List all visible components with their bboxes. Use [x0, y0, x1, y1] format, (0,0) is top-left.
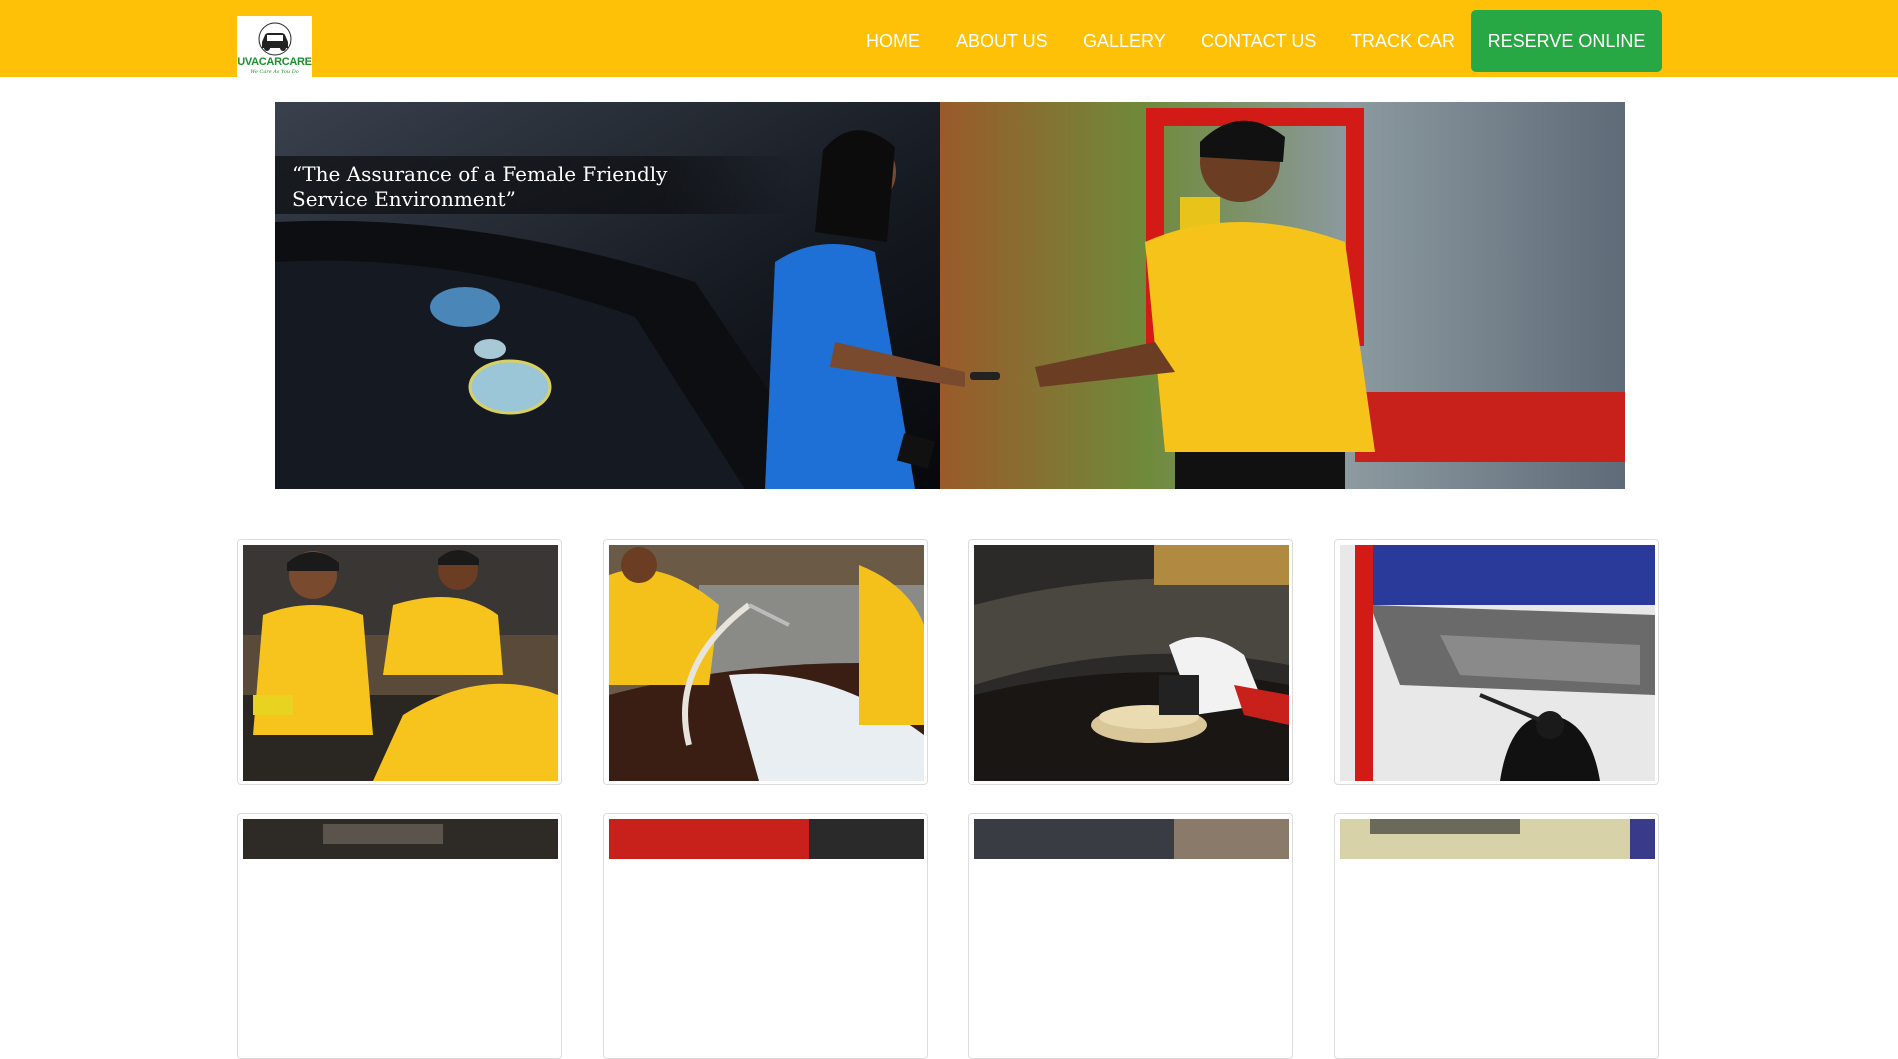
gallery-thumbnail[interactable] — [603, 813, 928, 1059]
staff-polishing-photo — [243, 545, 558, 781]
brand-tagline: We Care As You Do — [250, 69, 299, 75]
nav-gallery[interactable]: GALLERY — [1083, 29, 1166, 53]
undercarriage-inspection-photo — [1340, 545, 1655, 781]
nav-about-us[interactable]: ABOUT US — [956, 29, 1048, 53]
engine-photo — [243, 819, 558, 859]
reserve-online-button[interactable]: RESERVE ONLINE — [1471, 10, 1662, 72]
brand-logo[interactable]: UVACARCARE We Care As You Do — [237, 16, 312, 78]
gallery-thumbnail[interactable] — [237, 539, 562, 785]
car-washing-photo — [609, 545, 924, 781]
nav-contact-us[interactable]: CONTACT US — [1201, 29, 1316, 53]
car-icon — [258, 22, 292, 56]
interior-photo — [1340, 819, 1655, 859]
brand-name: UVACARCARE — [237, 56, 312, 68]
gallery-thumbnail[interactable] — [603, 539, 928, 785]
machine-polishing-photo — [974, 545, 1289, 781]
nav-track-car[interactable]: TRACK CAR — [1351, 29, 1455, 53]
workshop-photo — [974, 819, 1289, 859]
hero-banner: “The Assurance of a Female Friendly Serv… — [275, 102, 1625, 489]
gallery-thumbnail[interactable] — [968, 539, 1293, 785]
red-car-photo — [609, 819, 924, 859]
hero-caption-text: “The Assurance of a Female Friendly Serv… — [292, 162, 668, 211]
gallery-thumbnail[interactable] — [1334, 813, 1659, 1059]
nav-home[interactable]: HOME — [866, 29, 920, 53]
gallery-thumbnail[interactable] — [1334, 539, 1659, 785]
navbar: UVACARCARE We Care As You Do HOME ABOUT … — [0, 0, 1898, 78]
hero-caption: “The Assurance of a Female Friendly Serv… — [275, 156, 795, 214]
gallery-thumbnail[interactable] — [968, 813, 1293, 1059]
gallery-thumbnail[interactable] — [237, 813, 562, 1059]
